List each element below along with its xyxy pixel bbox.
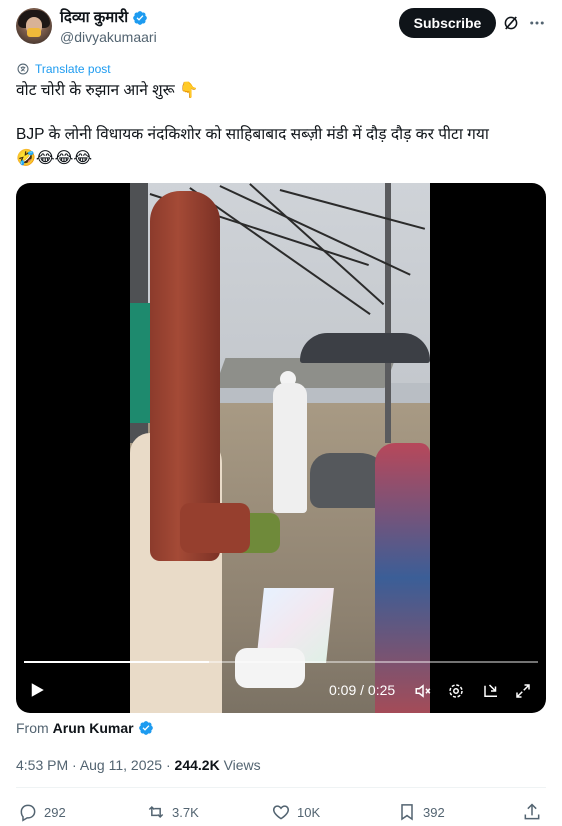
reply-count: 292 xyxy=(44,804,66,820)
grok-icon[interactable] xyxy=(502,14,520,32)
repost-icon xyxy=(148,805,164,819)
video-progress-fill xyxy=(24,661,210,663)
video-progress-bar[interactable] xyxy=(24,661,538,663)
source-author-link[interactable]: Arun Kumar xyxy=(53,720,134,736)
tweet-text-line: वोट चोरी के रुझान आने शुरू 👇 xyxy=(16,82,199,99)
post-header: दिव्या कुमारी @divyakumaari Subscribe xyxy=(16,8,546,48)
author-block: दिव्या कुमारी @divyakumaari xyxy=(60,8,157,46)
divider xyxy=(16,787,546,788)
play-icon[interactable] xyxy=(28,681,46,699)
video-time-separator: / xyxy=(356,682,368,698)
bookmark-count: 392 xyxy=(423,804,445,820)
avatar[interactable] xyxy=(16,8,52,44)
video-time: 0:09 / 0:25 xyxy=(329,681,395,699)
verified-badge-icon xyxy=(138,721,153,735)
author-handle[interactable]: @divyakumaari xyxy=(60,28,157,46)
fullscreen-icon[interactable] xyxy=(514,682,532,700)
translate-post-link[interactable]: Translate post xyxy=(16,62,111,76)
like-button[interactable]: 10K xyxy=(271,802,320,822)
bookmark-button[interactable]: 392 xyxy=(397,802,445,822)
verified-badge-icon xyxy=(133,10,147,25)
subscribe-button[interactable]: Subscribe xyxy=(399,8,496,38)
tweet-text-line: BJP के लोनी विधायक नंदकिशोर को साहिबाबाद… xyxy=(16,126,489,143)
mute-icon[interactable] xyxy=(414,682,432,700)
video-frame[interactable] xyxy=(130,183,430,713)
share-icon xyxy=(524,803,540,820)
views-count: 244.2K xyxy=(174,757,220,773)
post-meta: 4:53 PM · Aug 11, 2025 · 244.2K Views xyxy=(16,757,261,773)
repost-button[interactable]: 3.7K xyxy=(146,802,199,822)
video-current-time: 0:09 xyxy=(329,682,357,698)
author-display-name[interactable]: दिव्या कुमारी xyxy=(60,8,128,27)
action-bar: 292 3.7K 10K 392 xyxy=(18,802,544,824)
from-label: From xyxy=(16,720,49,736)
author-display-name-row[interactable]: दिव्या कुमारी xyxy=(60,8,157,27)
heart-icon xyxy=(272,805,290,820)
views-label: Views xyxy=(219,757,261,773)
repost-count: 3.7K xyxy=(172,804,199,820)
video-player[interactable]: 0:09 / 0:25 xyxy=(16,183,546,713)
settings-gear-icon[interactable] xyxy=(447,682,465,700)
translate-post-label[interactable]: Translate post xyxy=(35,62,111,76)
reply-button[interactable]: 292 xyxy=(18,802,66,822)
bookmark-icon xyxy=(401,804,413,821)
reply-icon xyxy=(20,804,36,822)
tweet-emoji-line: 🤣😂😂😂 xyxy=(16,150,93,167)
like-count: 10K xyxy=(297,804,321,820)
video-duration: 0:25 xyxy=(367,682,396,698)
post-date[interactable]: Aug 11, 2025 xyxy=(80,757,162,773)
video-source: From Arun Kumar xyxy=(16,720,154,736)
picture-in-picture-icon[interactable] xyxy=(482,682,500,700)
translate-icon xyxy=(17,63,29,75)
share-button[interactable] xyxy=(522,802,542,822)
meta-separator: · xyxy=(68,757,80,773)
post-time[interactable]: 4:53 PM xyxy=(16,757,68,773)
more-options-icon[interactable] xyxy=(528,14,546,32)
